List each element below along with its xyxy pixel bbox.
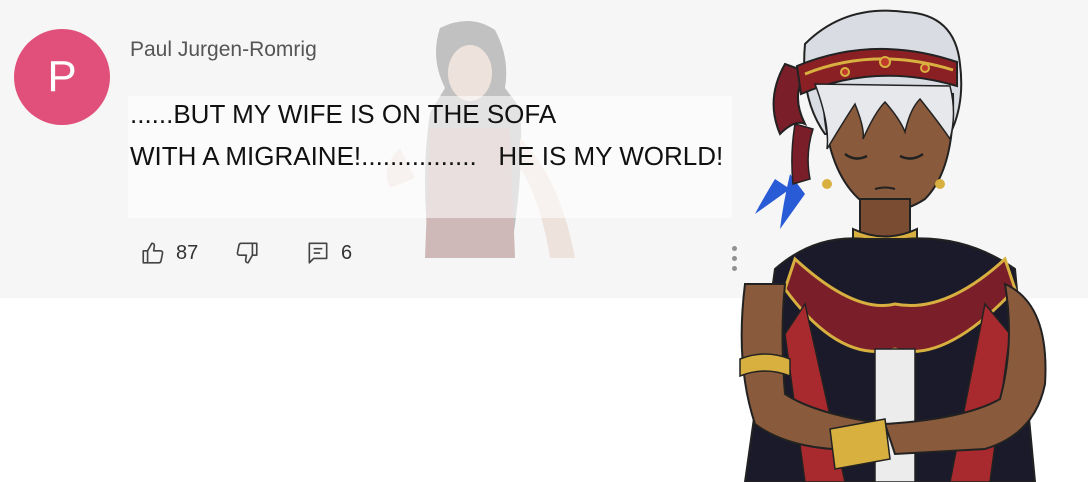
thumbs-down-icon — [236, 242, 258, 264]
comment-icon — [308, 242, 328, 264]
avatar[interactable]: P — [14, 29, 110, 125]
reply-count: 6 — [341, 241, 353, 264]
reply-button[interactable]: 6 — [305, 240, 352, 266]
comment-text-line-2: WITH A MIGRAINE!................ HE IS M… — [130, 141, 724, 171]
dislike-button[interactable] — [234, 240, 260, 266]
avatar-letter: P — [47, 52, 77, 101]
like-button[interactable]: 87 — [140, 240, 198, 266]
comment-text-line-1: ......BUT MY WIFE IS ON THE SOFA — [130, 99, 557, 129]
comment-text: ......BUT MY WIFE IS ON THE SOFA WITH A … — [128, 96, 732, 218]
thumbs-up-icon — [142, 242, 164, 264]
comment-author[interactable]: Paul Jurgen-Romrig — [130, 38, 317, 62]
like-count: 87 — [176, 241, 199, 264]
character-image — [739, 9, 1047, 482]
